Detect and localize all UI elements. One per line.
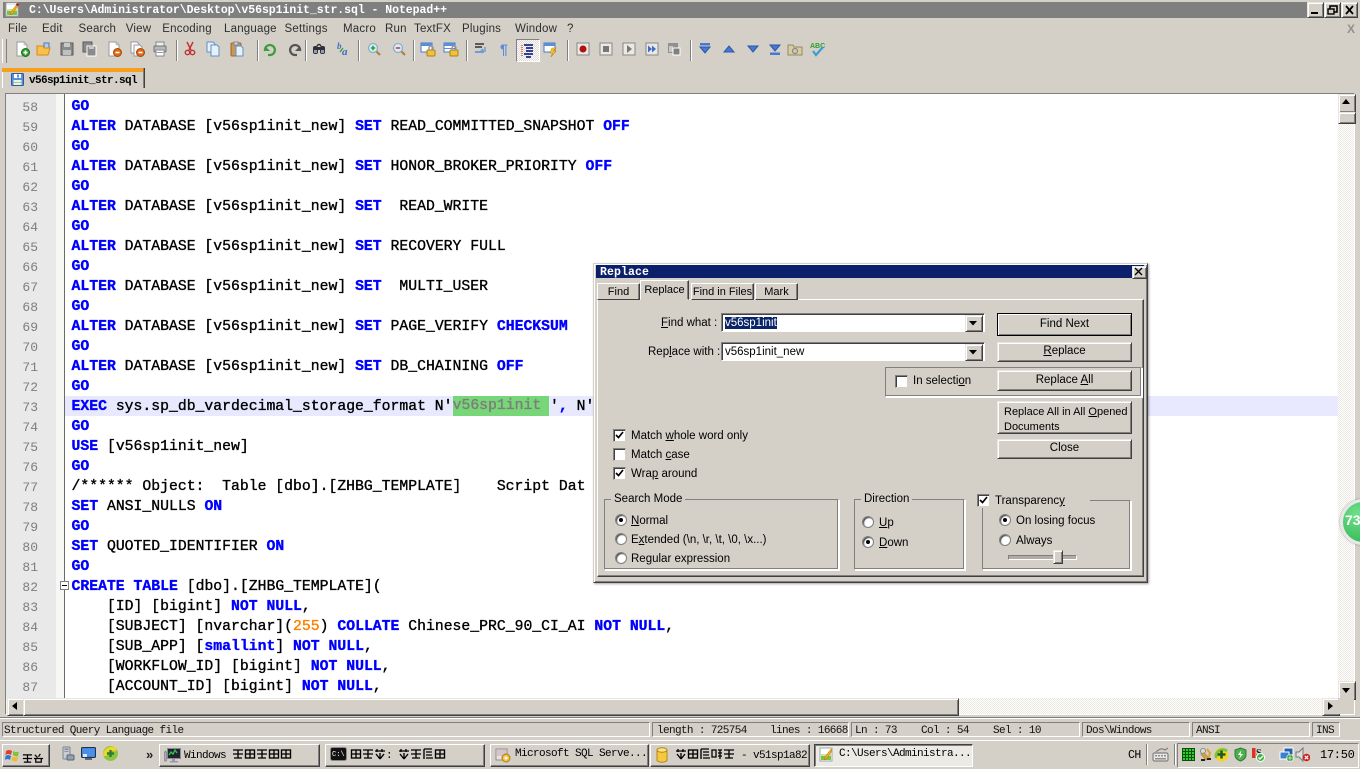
svg-text:C:\: C:\ bbox=[332, 751, 345, 759]
svg-text:¶: ¶ bbox=[500, 41, 508, 57]
svg-text:a: a bbox=[342, 46, 348, 57]
